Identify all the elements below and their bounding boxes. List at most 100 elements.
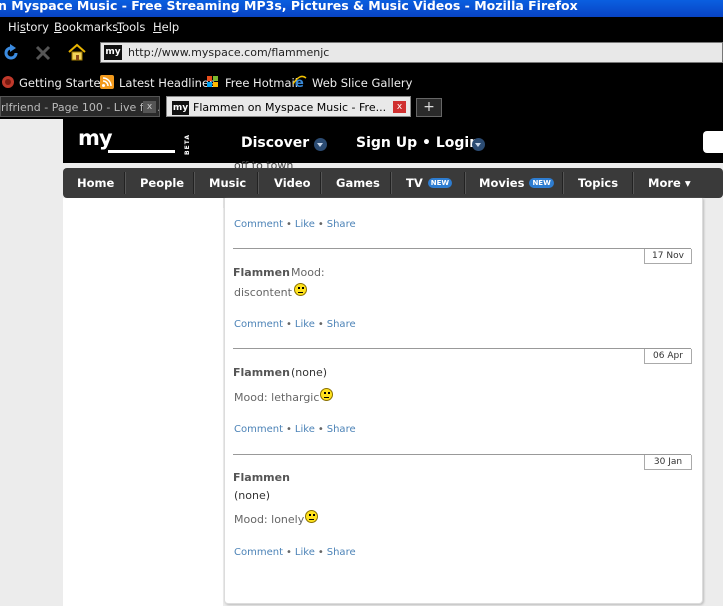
page-right-margin — [703, 198, 723, 606]
bookmark-free-hotmail[interactable]: Free Hotmail — [225, 76, 298, 90]
new-badge: NEW — [427, 178, 453, 188]
comment-link[interactable]: Comment — [234, 219, 283, 230]
discover-menu[interactable]: Discover — [241, 135, 309, 151]
share-link[interactable]: Share — [327, 424, 356, 435]
mood-smiley-icon — [320, 388, 333, 401]
menu-help[interactable]: Help — [153, 20, 179, 34]
page-left-margin — [0, 119, 63, 606]
search-box[interactable] — [703, 131, 723, 153]
tab-label: Flammen on Myspace Music - Fre... — [193, 101, 387, 114]
status-text: (none) — [291, 366, 328, 379]
mood-text: Mood: lethargic — [234, 391, 320, 404]
discover-dropdown-icon[interactable] — [314, 138, 327, 151]
entry-actions: Comment • Like • Share — [234, 424, 356, 435]
close-icon[interactable]: x — [143, 101, 156, 113]
separator: • — [286, 424, 292, 435]
new-tab-button[interactable]: + — [416, 98, 442, 117]
entry-actions: Comment • Like • Share — [234, 219, 356, 230]
separator: • — [286, 547, 292, 558]
comment-link[interactable]: Comment — [234, 319, 283, 330]
like-link[interactable]: Like — [295, 547, 315, 558]
windows-logo-icon — [207, 76, 218, 87]
entry-author[interactable]: Flammen — [233, 266, 290, 279]
entry-divider — [233, 348, 691, 349]
window-title: n Myspace Music - Free Streaming MP3s, P… — [0, 0, 723, 17]
access-key: T — [117, 20, 123, 34]
url-text[interactable]: http://www.myspace.com/flammenjc — [128, 46, 329, 59]
like-link[interactable]: Like — [295, 219, 315, 230]
mood-value: discontent — [234, 286, 292, 299]
rss-feed-icon — [100, 75, 114, 89]
separator: • — [286, 219, 292, 230]
nav-tv[interactable]: TV NEW — [406, 176, 453, 190]
access-key: B — [54, 20, 62, 34]
separator: • — [317, 319, 324, 330]
menu-tools[interactable]: Tools — [117, 20, 145, 34]
comment-link[interactable]: Comment — [234, 424, 283, 435]
beta-label: BETA — [184, 134, 191, 155]
entry-author[interactable]: Flammen — [233, 471, 290, 484]
new-badge: NEW — [529, 178, 554, 188]
nav-divider — [124, 172, 126, 194]
partial-entry-clip: off to town — [234, 160, 354, 198]
separator: • — [317, 547, 324, 558]
nav-divider — [562, 172, 564, 194]
separator: • — [317, 219, 324, 230]
nav-divider — [632, 172, 634, 194]
status-text: (none) — [234, 489, 271, 502]
entry-actions: Comment • Like • Share — [234, 319, 356, 330]
share-link[interactable]: Share — [327, 219, 356, 230]
entry-date: 06 Apr — [644, 349, 692, 364]
tab-favicon: my — [172, 101, 189, 115]
bookmark-web-slice-gallery[interactable]: Web Slice Gallery — [312, 76, 412, 90]
entry-date: 30 Jan — [644, 455, 692, 470]
tab-myspace[interactable]: Flammen on Myspace Music - Fre... x — [166, 96, 411, 117]
partial-entry-text: off to town — [234, 160, 294, 172]
ie-icon: e — [293, 75, 307, 89]
mood-label: Mood: — [291, 266, 325, 279]
nav-people[interactable]: People — [140, 176, 184, 190]
entry-date: 17 Nov — [644, 249, 692, 264]
nav-topics[interactable]: Topics — [578, 176, 618, 190]
close-icon[interactable]: x — [393, 101, 406, 113]
access-key: H — [153, 20, 162, 34]
myspace-logo[interactable]: my — [78, 126, 113, 150]
nav-more[interactable]: More ▾ — [648, 176, 691, 190]
tab-live-forum[interactable]: rlfriend - Page 100 - Live fo... x — [0, 96, 160, 117]
share-link[interactable]: Share — [327, 547, 356, 558]
nav-home[interactable]: Home — [77, 176, 114, 190]
login-dropdown-icon[interactable] — [472, 138, 485, 151]
nav-tv-label: TV — [406, 176, 423, 190]
tab-label: rlfriend - Page 100 - Live fo... — [1, 101, 160, 114]
signup-login-link[interactable]: Sign Up • Login — [356, 135, 479, 151]
separator: • — [317, 424, 324, 435]
home-icon[interactable] — [67, 43, 87, 61]
comment-link[interactable]: Comment — [234, 547, 283, 558]
menu-history[interactable]: History — [8, 20, 49, 34]
left-column — [63, 198, 223, 606]
stop-icon[interactable] — [35, 45, 51, 61]
firefox-bug-icon — [2, 76, 14, 88]
mood-smiley-icon — [305, 510, 318, 523]
like-link[interactable]: Like — [295, 424, 315, 435]
menu-bar: History Bookmarks Tools Help — [0, 17, 723, 37]
menu-bookmarks[interactable]: Bookmarks — [54, 20, 118, 34]
bookmark-latest-headlines[interactable]: Latest Headlines — [119, 76, 215, 90]
nav-divider — [193, 172, 195, 194]
access-key: s — [19, 20, 26, 34]
nav-movies-label: Movies — [479, 176, 525, 190]
site-favicon: my — [104, 45, 122, 60]
nav-movies[interactable]: Movies NEW — [479, 176, 554, 190]
bookmark-getting-started[interactable]: Getting Started — [19, 76, 108, 90]
nav-divider — [390, 172, 392, 194]
mood-smiley-icon — [294, 283, 307, 296]
bookmarks-bar: Getting Started Latest Headlines Free Ho… — [0, 70, 723, 94]
share-link[interactable]: Share — [327, 319, 356, 330]
entry-author[interactable]: Flammen — [233, 366, 290, 379]
logo-underline — [108, 150, 175, 153]
like-link[interactable]: Like — [295, 319, 315, 330]
entry-divider — [233, 454, 691, 455]
entry-actions: Comment • Like • Share — [234, 547, 356, 558]
reload-icon[interactable] — [2, 44, 20, 62]
nav-divider — [464, 172, 466, 194]
